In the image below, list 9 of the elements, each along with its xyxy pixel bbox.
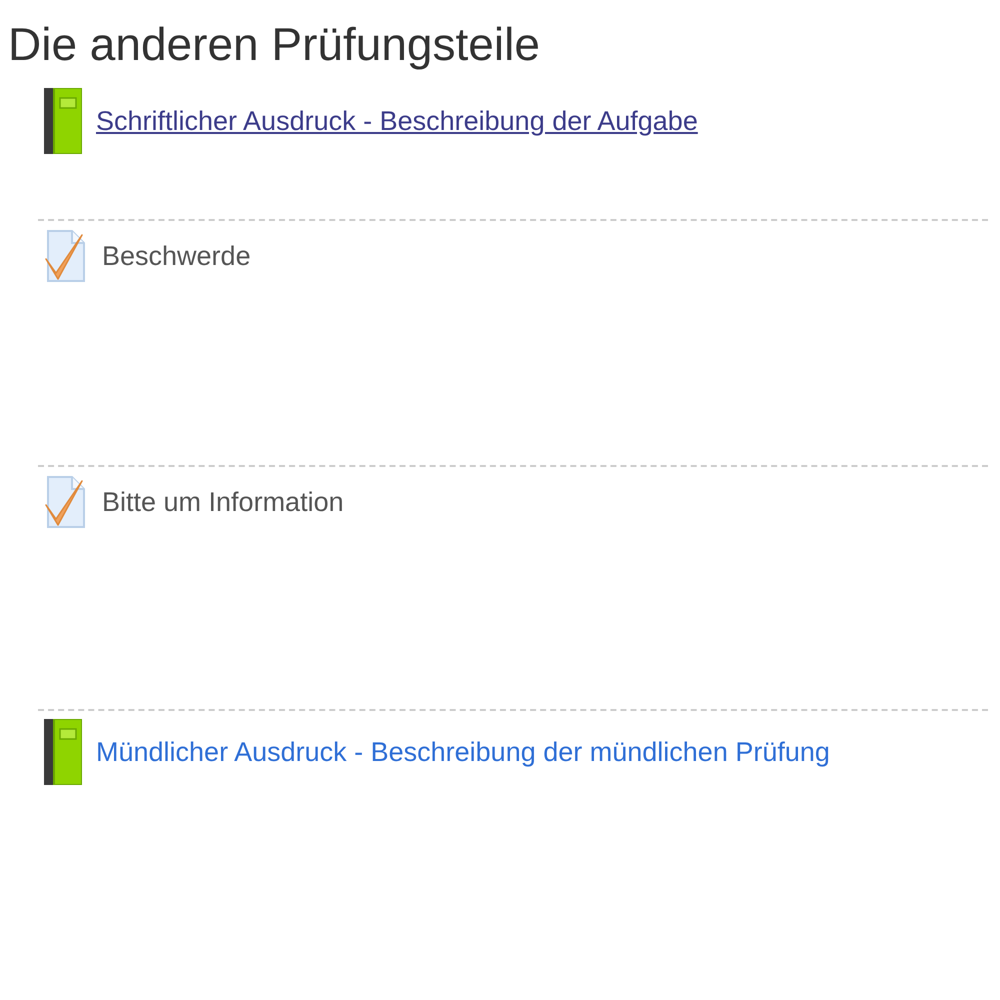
activity-link[interactable]: Schriftlicher Ausdruck - Beschreibung der Aufgabe <box>96 100 698 142</box>
checkmark-document-icon <box>44 475 88 529</box>
activity-title[interactable]: Beschwerde <box>102 236 251 276</box>
book-icon <box>44 88 82 154</box>
activity-link[interactable]: Mündlicher Ausdruck - Beschreibung der mündlichen Prüfung <box>96 732 830 772</box>
page-heading: Die anderen Prüfungsteile <box>7 17 541 72</box>
activity-title[interactable]: Bitte um Information <box>102 482 344 522</box>
book-icon <box>44 719 82 785</box>
checkmark-document-icon <box>44 229 88 283</box>
